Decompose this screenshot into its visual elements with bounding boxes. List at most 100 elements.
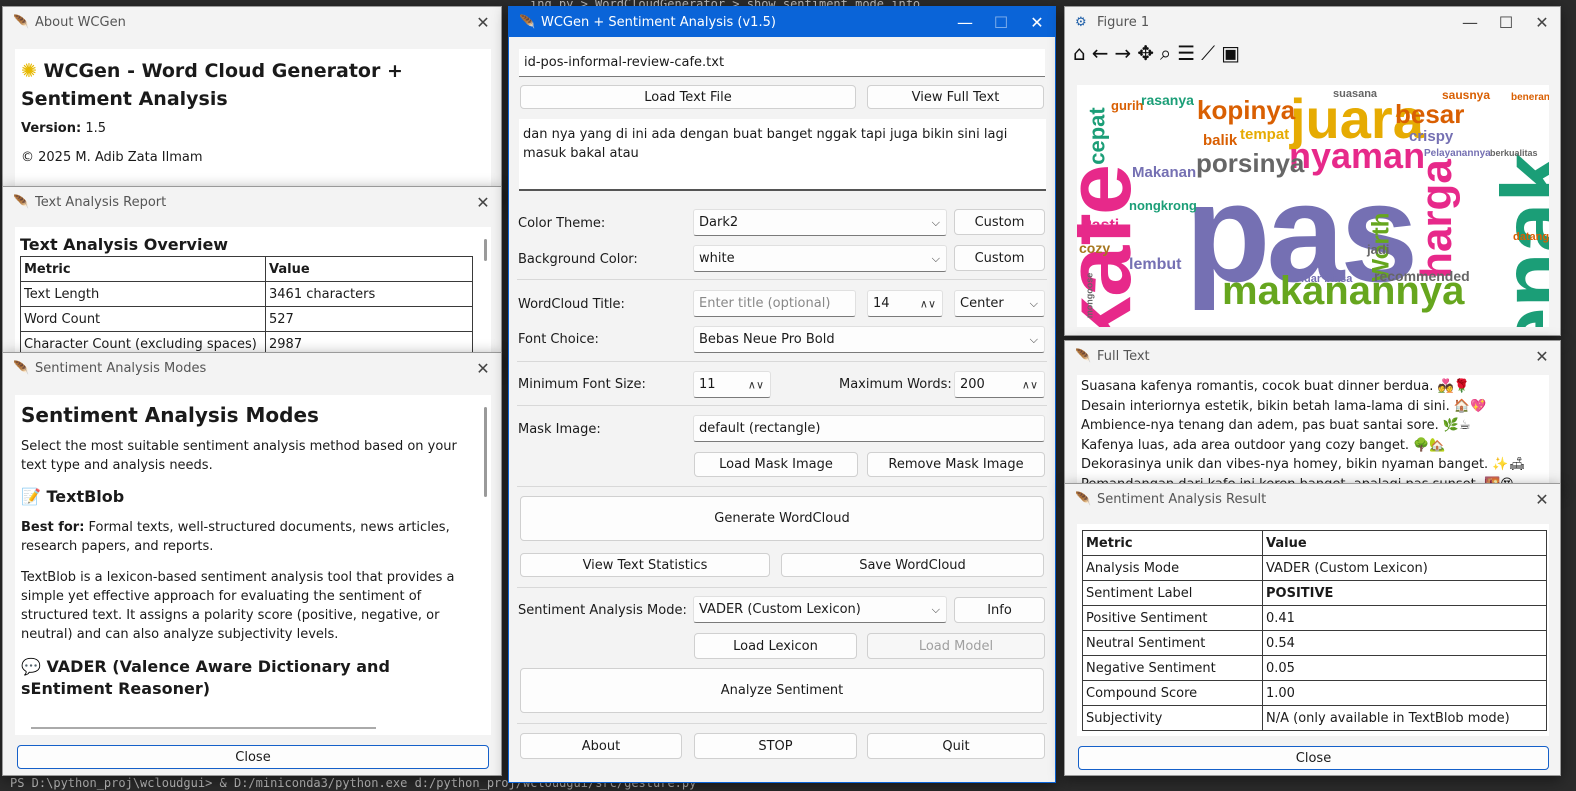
max-words-spinbox[interactable]: 200 ∧∨: [954, 371, 1045, 398]
scrollbar[interactable]: [484, 407, 487, 497]
wc-word: luar biasa: [1301, 273, 1353, 285]
sentiment-titlebar[interactable]: 🪶 Sentiment Analysis Result ✕: [1065, 484, 1560, 514]
filename-field[interactable]: id-pos-informal-review-cafe.txt: [519, 49, 1045, 77]
wc-word: porsinya: [1196, 148, 1305, 178]
wc-word: Pelayanannya: [1424, 148, 1491, 159]
font-label: Font Choice:: [518, 332, 599, 347]
spin-arrows-icon[interactable]: ∧∨: [748, 378, 764, 391]
save-icon[interactable]: ▣: [1221, 41, 1240, 69]
scrollbar[interactable]: [484, 239, 487, 261]
about-titlebar[interactable]: 🪶 About WCGen ✕: [3, 7, 501, 37]
custom-color-theme-button[interactable]: Custom: [954, 209, 1045, 235]
close-icon[interactable]: ✕: [1524, 490, 1560, 509]
analyze-sentiment-button[interactable]: Analyze Sentiment: [520, 668, 1044, 713]
wc-word: cepat: [1084, 107, 1110, 165]
divider: [517, 361, 1047, 362]
fulltext-titlebar[interactable]: 🪶 Full Text ✕: [1065, 341, 1560, 371]
title-align-select[interactable]: Center ⌵: [954, 290, 1045, 317]
figure-toolbar: ⌂ ← → ✥ ⌕ ☰ ⟋ ▣: [1073, 41, 1240, 69]
h-scrollbar[interactable]: [31, 727, 376, 729]
close-icon[interactable]: ✕: [465, 13, 501, 32]
bg-color-select[interactable]: white ⌵: [693, 245, 947, 272]
speech-bubble-icon: 💬: [21, 657, 41, 676]
report-window: 🪶 Text Analysis Report ✕ Text Analysis O…: [2, 186, 502, 366]
save-wordcloud-button[interactable]: Save WordCloud: [781, 553, 1044, 577]
text-line: Desain interiornya estetik, bikin betah …: [1081, 398, 1487, 414]
maximize-icon[interactable]: ☐: [1488, 13, 1524, 32]
close-icon[interactable]: ✕: [465, 359, 501, 378]
wc-word: nongkrong: [1129, 198, 1197, 213]
view-full-text-button[interactable]: View Full Text: [867, 85, 1044, 109]
about-button[interactable]: About: [520, 733, 682, 759]
spin-arrows-icon[interactable]: ∧∨: [920, 297, 936, 310]
divider: [517, 405, 1047, 406]
mask-label: Mask Image:: [518, 422, 601, 437]
wc-word: berkualitas: [1490, 148, 1538, 158]
home-icon[interactable]: ⌂: [1073, 41, 1086, 69]
minimize-icon[interactable]: —: [947, 13, 983, 32]
chevron-down-icon: ⌵: [1029, 296, 1038, 310]
feather-icon: 🪶: [13, 360, 30, 376]
load-model-button: Load Model: [867, 633, 1045, 659]
forward-arrow-icon[interactable]: →: [1114, 41, 1131, 69]
quit-button[interactable]: Quit: [867, 733, 1045, 759]
title-size-spinbox[interactable]: 14 ∧∨: [867, 290, 943, 317]
divider: [517, 486, 1047, 487]
wc-word: datang: [1513, 231, 1549, 243]
remove-mask-button[interactable]: Remove Mask Image: [867, 452, 1045, 477]
table-row: Negative Sentiment 0.05: [1082, 655, 1547, 681]
back-arrow-icon[interactable]: ←: [1092, 41, 1109, 69]
about-title: About WCGen: [35, 14, 126, 30]
maximize-icon[interactable]: ☐: [983, 13, 1019, 32]
close-icon[interactable]: ✕: [465, 193, 501, 212]
wc-title-label: WordCloud Title:: [518, 297, 625, 312]
min-font-spinbox[interactable]: 11 ∧∨: [693, 371, 771, 398]
font-select[interactable]: Bebas Neue Pro Bold ⌵: [693, 326, 1045, 353]
view-stats-button[interactable]: View Text Statistics: [520, 553, 770, 577]
close-icon[interactable]: ✕: [1524, 13, 1560, 32]
text-preview[interactable]: dan nya yang di ini ada dengan buat bang…: [519, 119, 1046, 191]
load-text-button[interactable]: Load Text File: [520, 85, 856, 109]
col-metric: Metric: [20, 256, 266, 282]
fulltext-area[interactable]: Suasana kafenya romantis, cocok buat din…: [1077, 375, 1549, 489]
mask-field[interactable]: default (rectangle): [693, 415, 1045, 442]
figure-titlebar[interactable]: ⚙ Figure 1 — ☐ ✕: [1065, 7, 1560, 37]
sentiment-title: Sentiment Analysis Result: [1097, 491, 1267, 507]
table-row: Sentiment Label POSITIVE: [1082, 580, 1547, 606]
divider: [517, 587, 1047, 588]
generate-wordcloud-button[interactable]: Generate WordCloud: [520, 496, 1044, 541]
zoom-icon[interactable]: ⌕: [1160, 41, 1171, 69]
close-icon[interactable]: ✕: [1019, 13, 1055, 32]
feather-icon: 🪶: [519, 14, 536, 30]
wc-title-input[interactable]: Enter title (optional): [693, 290, 856, 317]
custom-bg-color-button[interactable]: Custom: [954, 245, 1045, 271]
close-button[interactable]: Close: [17, 745, 489, 769]
bg-color-label: Background Color:: [518, 252, 638, 267]
modes-titlebar[interactable]: 🪶 Sentiment Analysis Modes ✕: [3, 353, 501, 383]
color-theme-select[interactable]: Dark2 ⌵: [693, 209, 947, 236]
chevron-down-icon: ⌵: [931, 251, 940, 265]
close-button[interactable]: Close: [1078, 746, 1549, 770]
col-metric: Metric: [1082, 530, 1263, 556]
table-row: Positive Sentiment 0.41: [1082, 605, 1547, 631]
report-titlebar[interactable]: 🪶 Text Analysis Report ✕: [3, 187, 501, 217]
wc-word: Makanan: [1132, 164, 1197, 181]
about-content: ✺ WCGen - Word Cloud Generator + Sentime…: [15, 49, 491, 199]
mode-select[interactable]: VADER (Custom Lexicon) ⌵: [693, 596, 947, 623]
edit-axis-icon[interactable]: ⟋: [1201, 41, 1215, 69]
minimize-icon[interactable]: —: [1452, 13, 1488, 32]
wc-word: gurih: [1111, 98, 1144, 113]
main-titlebar[interactable]: 🪶 WCGen + Sentiment Analysis (v1.5) — ☐ …: [509, 7, 1055, 37]
load-mask-button[interactable]: Load Mask Image: [694, 452, 858, 477]
close-icon[interactable]: ✕: [1524, 347, 1560, 366]
wc-word: recommended: [1374, 268, 1470, 284]
wc-word: crispy: [1409, 128, 1454, 145]
stop-button[interactable]: STOP: [694, 733, 857, 759]
min-font-label: Minimum Font Size:: [518, 377, 646, 392]
pan-icon[interactable]: ✥: [1137, 41, 1154, 69]
memo-icon: 📝: [21, 487, 41, 506]
spin-arrows-icon[interactable]: ∧∨: [1022, 378, 1038, 391]
load-lexicon-button[interactable]: Load Lexicon: [694, 633, 857, 659]
info-button[interactable]: Info: [954, 597, 1045, 623]
configure-icon[interactable]: ☰: [1177, 41, 1195, 69]
